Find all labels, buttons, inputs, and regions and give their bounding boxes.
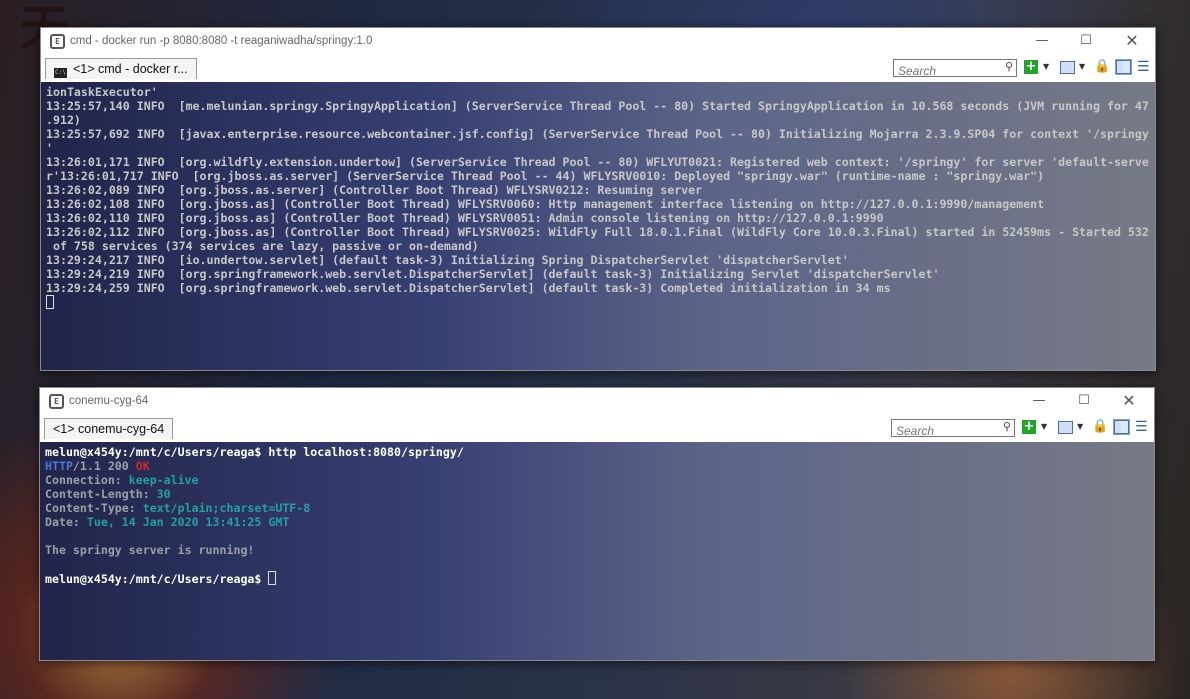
console-line: 13:25:57,692 INFO [javax.enterprise.reso… <box>46 127 1149 141</box>
header-value: 30 <box>149 487 171 501</box>
console-line: 13:29:24,217 INFO [io.undertow.servlet] … <box>46 253 849 267</box>
window-title: conemu-cyg-64 <box>69 395 149 407</box>
conemu-cyg-window: E conemu-cyg-64 — ☐ ✕ <1> conemu-cyg-64 … <box>39 387 1155 661</box>
console-line: 13:26:01,171 INFO [org.wildfly.extension… <box>46 155 1149 169</box>
search-input[interactable] <box>892 424 996 438</box>
console-line: 13:26:02,108 INFO [org.jboss.as] (Contro… <box>46 197 1045 211</box>
menu-icon[interactable]: ☰ <box>1137 59 1150 75</box>
header-name: Date: <box>45 515 80 529</box>
console-line: 13:26:02,089 INFO [org.jboss.as.server] … <box>46 183 703 197</box>
header-name: Content-Type: <box>45 501 136 515</box>
maximize-icon[interactable]: ☐ <box>1077 32 1095 50</box>
console-line: .912) <box>46 113 81 127</box>
close-icon[interactable]: ✕ <box>1123 32 1141 50</box>
search-box[interactable]: ⚲ <box>893 59 1017 78</box>
cmd-docker-window: E cmd - docker run -p 8080:8080 -t reaga… <box>40 27 1156 371</box>
title-bar[interactable]: E conemu-cyg-64 — ☐ ✕ <box>40 388 1154 414</box>
dropdown-arrow-icon[interactable]: ▼ <box>1079 59 1085 75</box>
header-value: Tue, 14 Jan 2020 13:41:25 GMT <box>79 515 290 529</box>
maximize-icon[interactable]: ☐ <box>1075 392 1093 410</box>
console-line: 13:29:24,219 INFO [org.springframework.w… <box>46 267 940 281</box>
prompt: melun@x454y:/mnt/c/Users/reaga$ <box>45 445 262 459</box>
lock-icon[interactable]: 🔒 <box>1094 59 1110 75</box>
panel-toggle-icon[interactable] <box>1115 59 1132 75</box>
title-bar[interactable]: E cmd - docker run -p 8080:8080 -t reaga… <box>41 28 1155 54</box>
console-output[interactable]: ionTaskExecutor' 13:25:57,140 INFO [me.m… <box>41 82 1155 370</box>
split-view-icon[interactable] <box>1058 421 1073 434</box>
search-box[interactable]: ⚲ <box>891 419 1015 438</box>
console-line: 13:29:24,259 INFO [org.springframework.w… <box>46 281 891 295</box>
header-name: Connection: <box>45 473 122 487</box>
text-cursor <box>46 295 54 309</box>
console-line: 13:26:02,112 INFO [org.jboss.as] (Contro… <box>46 225 1149 239</box>
tab-bar: C:\ <1> cmd - docker r... ⚲ + ▼ ▼ 🔒 ☰ <box>41 54 1155 81</box>
conemu-app-icon: E <box>49 394 64 409</box>
minimize-icon[interactable]: — <box>1030 392 1048 410</box>
panel-toggle-icon[interactable] <box>1113 419 1130 435</box>
console-output[interactable]: melun@x454y:/mnt/c/Users/reaga$ http loc… <box>40 442 1154 660</box>
tab-conemu-cyg[interactable]: <1> conemu-cyg-64 <box>44 418 174 439</box>
tab-cmd-docker[interactable]: C:\ <1> cmd - docker r... <box>45 58 197 79</box>
lock-icon[interactable]: 🔒 <box>1092 419 1108 435</box>
dropdown-arrow-icon[interactable]: ▼ <box>1077 419 1083 435</box>
http-status: OK <box>135 459 150 473</box>
console-text: melun@x454y:/mnt/c/Users/reaga$ http loc… <box>40 442 1154 586</box>
console-line: 13:26:02,110 INFO [org.jboss.as] (Contro… <box>46 211 884 225</box>
console-line: 13:25:57,140 INFO [me.melunian.springy.S… <box>46 99 1149 113</box>
response-body: The springy server is running! <box>45 543 255 557</box>
window-title: cmd - docker run -p 8080:8080 -t reagani… <box>70 35 373 47</box>
add-console-icon[interactable]: + <box>1022 420 1036 434</box>
add-console-icon[interactable]: + <box>1024 60 1038 74</box>
console-line: ionTaskExecutor' <box>46 85 158 99</box>
console-line: of 758 services (374 services are lazy, … <box>46 239 479 253</box>
http-version: /1.1 200 <box>72 459 136 473</box>
console-text: ionTaskExecutor' 13:25:57,140 INFO [me.m… <box>41 82 1155 310</box>
header-name: Content-Length: <box>45 487 150 501</box>
prompt: melun@x454y:/mnt/c/Users/reaga$ <box>45 572 262 586</box>
dropdown-arrow-icon[interactable]: ▼ <box>1043 59 1049 75</box>
console-line: ' <box>46 141 53 155</box>
tab-label: <1> conemu-cyg-64 <box>53 422 165 436</box>
menu-icon[interactable]: ☰ <box>1135 419 1148 435</box>
tab-bar: <1> conemu-cyg-64 ⚲ + ▼ ▼ 🔒 ☰ <box>40 414 1154 441</box>
header-value: keep-alive <box>121 473 199 487</box>
cmd-icon: C:\ <box>54 68 67 78</box>
minimize-icon[interactable]: — <box>1033 32 1051 50</box>
console-line: r'13:26:01,717 INFO [org.jboss.as.server… <box>46 169 1045 183</box>
conemu-app-icon: E <box>50 34 65 49</box>
search-input[interactable] <box>894 64 998 78</box>
search-icon[interactable]: ⚲ <box>1005 60 1013 73</box>
search-icon[interactable]: ⚲ <box>1003 420 1011 433</box>
tab-label: <1> cmd - docker r... <box>73 62 188 76</box>
command: http localhost:8080/springy/ <box>261 445 464 459</box>
http-proto: HTTP <box>45 459 73 473</box>
header-value: text/plain;charset=UTF-8 <box>135 501 311 515</box>
split-view-icon[interactable] <box>1060 61 1075 74</box>
dropdown-arrow-icon[interactable]: ▼ <box>1041 419 1047 435</box>
close-icon[interactable]: ✕ <box>1120 392 1138 410</box>
text-cursor <box>268 571 277 585</box>
